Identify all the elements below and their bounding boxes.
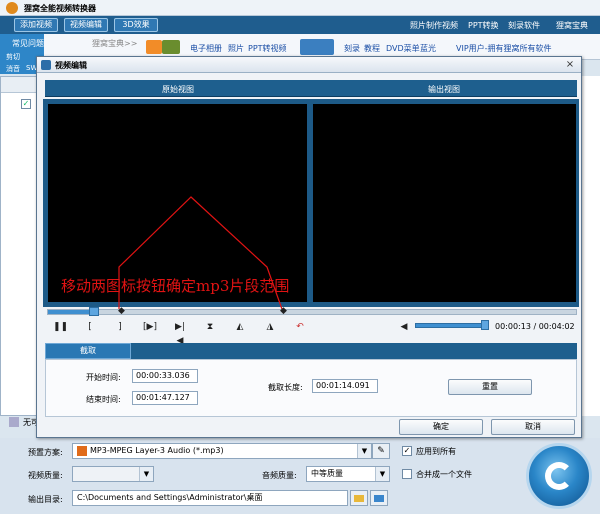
wrench-icon: ✎ xyxy=(377,446,385,456)
preset-value: MP3-MPEG Layer-3 Audio (*.mp3) xyxy=(90,446,224,455)
audio-quality-value: 中等质量 xyxy=(311,469,343,478)
app-title: 狸窝全能视频转换器 xyxy=(24,4,96,13)
start-time-field[interactable]: 00:00:33.036 xyxy=(132,369,198,383)
ok-button[interactable]: 确定 xyxy=(399,419,483,435)
reset-button[interactable]: 重置 xyxy=(448,379,532,395)
apply-all-checkbox[interactable]: ✓ xyxy=(402,446,412,456)
cut-panel: 开始时间: 00:00:33.036 结束时间: 00:01:47.127 截取… xyxy=(45,359,577,417)
volume-icon[interactable]: ◀ xyxy=(397,320,411,334)
ad-burn[interactable]: 刻录 xyxy=(344,43,360,54)
merge-label: 合并成一个文件 xyxy=(416,470,472,479)
video-edit-dialog: 视频编辑 × 原始视图 输出视图 移动两图标按钮确定mp3片段范围 ◆ ◆ ❚❚… xyxy=(36,56,582,438)
main-toolbar: 添加视频 视频编辑 3D效果 照片制作视频 PPT转换 刻录软件 狸窝宝典 xyxy=(0,16,600,34)
audio-quality-label: 音频质量: xyxy=(262,471,297,480)
folder-icon xyxy=(354,495,364,502)
output-dir-input[interactable]: C:\Documents and Settings\Administrator\… xyxy=(72,490,348,506)
cut-tab-bar: 截取 xyxy=(45,343,577,359)
browse-folder-button[interactable] xyxy=(350,490,368,506)
open-folder-icon xyxy=(374,495,384,502)
volume-thumb[interactable] xyxy=(481,320,489,330)
preset-label: 预置方案: xyxy=(28,448,63,457)
liwo-guide-link[interactable]: 狸窝宝典 xyxy=(556,20,588,31)
cut-length-label: 截取长度: xyxy=(268,383,303,392)
film-icon xyxy=(162,40,180,54)
merge-checkbox[interactable] xyxy=(402,469,412,479)
cancel-button[interactable]: 取消 xyxy=(491,419,575,435)
burn-software-link[interactable]: 刻录软件 xyxy=(508,20,540,31)
main-title-bar: 狸窝全能视频转换器 xyxy=(0,0,600,16)
seek-thumb[interactable] xyxy=(89,307,99,316)
ad-dvd-menu[interactable]: DVD菜单 xyxy=(386,43,420,54)
start-time-label: 开始时间: xyxy=(86,373,121,382)
mark-start-icon[interactable]: [ xyxy=(83,320,97,334)
annotation-text: 移动两图标按钮确定mp3片段范围 xyxy=(61,277,290,295)
ad-photo[interactable]: 照片 xyxy=(228,43,244,54)
chevron-down-icon[interactable]: ▼ xyxy=(375,467,389,481)
preset-select[interactable]: MP3-MPEG Layer-3 Audio (*.mp3) ▼ xyxy=(72,443,372,459)
next-frame-icon[interactable]: [▶] xyxy=(143,320,157,334)
preset-settings-button[interactable]: ✎ xyxy=(372,443,390,459)
cut-length-field[interactable]: 00:01:14.091 xyxy=(312,379,378,393)
seek-bar-fill xyxy=(48,310,93,314)
guide-link[interactable]: 狸窝宝典>> xyxy=(92,38,137,49)
open-folder-button[interactable] xyxy=(370,490,388,506)
add-video-button[interactable]: 添加视频 xyxy=(14,18,58,32)
ad-bluray[interactable]: 蓝光 xyxy=(420,43,436,54)
audio-quality-select[interactable]: 中等质量 ▼ xyxy=(306,466,390,482)
mark-end-icon[interactable]: ] xyxy=(113,320,127,334)
output-dir-label: 输出目录: xyxy=(28,495,63,504)
video-quality-select[interactable]: ▼ xyxy=(72,466,154,482)
split-icon[interactable]: ⧗ xyxy=(203,320,217,334)
photo-video-link[interactable]: 照片制作视频 xyxy=(410,20,458,31)
video-quality-label: 视频质量: xyxy=(28,471,63,480)
faq-tab[interactable]: 常见问题 xyxy=(12,38,44,49)
ad-tutorial[interactable]: 教程 xyxy=(364,43,380,54)
apply-all-label: 应用到所有 xyxy=(416,447,456,456)
tab-cut[interactable]: 截取 xyxy=(45,343,131,359)
chevron-down-icon[interactable]: ▼ xyxy=(357,444,371,458)
chevron-down-icon[interactable]: ▼ xyxy=(139,467,153,481)
output-settings-panel: 预置方案: MP3-MPEG Layer-3 Audio (*.mp3) ▼ ✎… xyxy=(0,438,600,514)
prev-frame-icon[interactable]: ▶|◀ xyxy=(173,320,187,346)
video-edit-button[interactable]: 视频编辑 xyxy=(64,18,108,32)
end-time-field[interactable]: 00:01:47.127 xyxy=(132,391,198,405)
undo-icon[interactable]: ↶ xyxy=(293,320,307,334)
ad-ppt-video[interactable]: PPT转视频 xyxy=(248,43,287,54)
3d-effect-button[interactable]: 3D效果 xyxy=(114,18,158,32)
ppt-convert-link[interactable]: PPT转换 xyxy=(468,20,499,31)
volume-slider[interactable] xyxy=(415,323,487,328)
app-logo-icon xyxy=(6,2,18,14)
end-marker-handle[interactable]: ◆ xyxy=(280,306,288,316)
file-icon xyxy=(9,417,19,427)
seek-bar[interactable]: ◆ ◆ xyxy=(47,306,577,316)
ppt-icon xyxy=(146,40,162,54)
end-time-label: 结束时间: xyxy=(86,395,121,404)
list-item-checkbox[interactable]: ✓ xyxy=(21,99,31,109)
ad-album[interactable]: 电子相册 xyxy=(190,43,222,54)
start-marker-handle[interactable]: ◆ xyxy=(118,306,126,316)
output-dir-value: C:\Documents and Settings\Administrator\… xyxy=(77,493,263,502)
mp3-format-icon xyxy=(77,445,87,456)
help-mute[interactable]: 消音 xyxy=(6,64,20,74)
ad-vip[interactable]: VIP用户-拥有狸窝所有软件 xyxy=(456,43,552,54)
pause-icon[interactable]: ❚❚ xyxy=(53,320,68,334)
convert-arrow-icon xyxy=(545,462,573,490)
fade-out-icon[interactable]: ◮ xyxy=(263,320,277,334)
convert-button[interactable] xyxy=(526,443,592,509)
help-cut[interactable]: 剪切 xyxy=(6,52,20,62)
dvd-icon xyxy=(300,39,334,55)
fade-in-icon[interactable]: ◭ xyxy=(233,320,247,334)
time-display: 00:00:13 / 00:04:02 xyxy=(495,322,575,331)
